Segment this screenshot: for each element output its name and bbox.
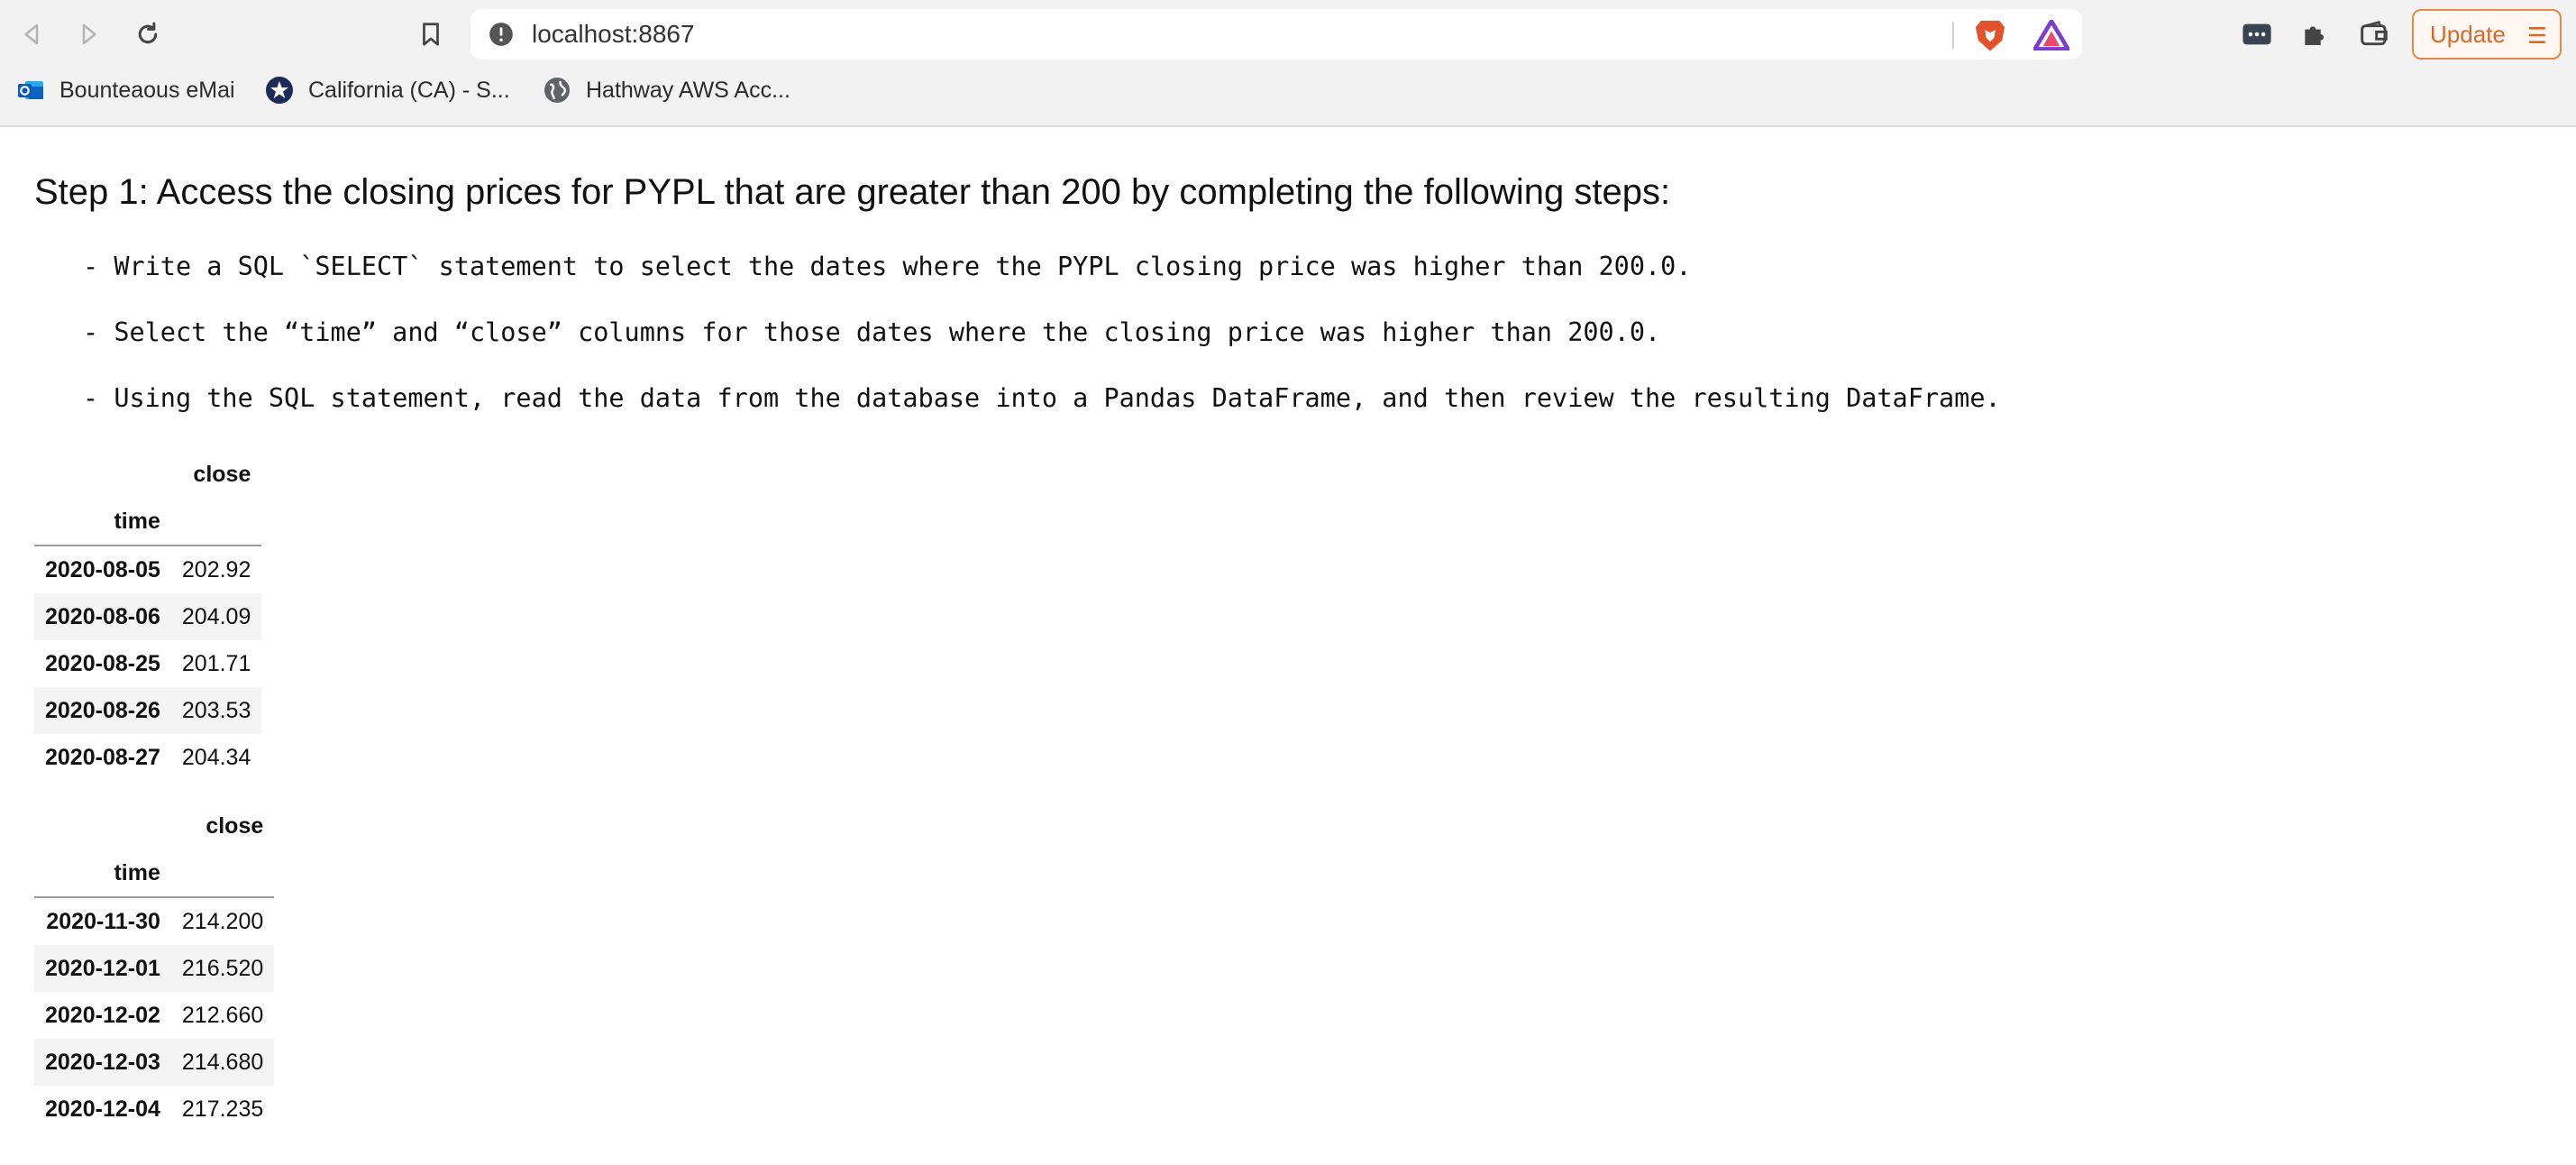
reload-icon	[138, 22, 158, 44]
wallet-button[interactable]	[2356, 16, 2392, 52]
update-label: Update	[2430, 20, 2506, 48]
bookmark-california[interactable]: California (CA) - S...	[265, 72, 510, 108]
reload-button[interactable]	[128, 14, 168, 54]
update-button[interactable]: Update	[2412, 9, 2562, 60]
table-row: 2020-08-25 201.71	[34, 640, 261, 687]
row-index: 2020-08-06	[45, 603, 160, 629]
row-index: 2020-12-03	[45, 1049, 160, 1075]
corner-cell	[34, 451, 171, 498]
dataframe-table: close time 2020-11-30 214.200 2020-12-01 2…	[34, 803, 275, 1133]
close-value: 204.09	[181, 603, 251, 629]
star-badge-icon	[266, 77, 293, 104]
site-info-icon[interactable]	[489, 22, 514, 47]
column-header: close	[206, 812, 264, 839]
close-value: 214.680	[181, 1049, 264, 1075]
table-row: 2020-11-30 214.200	[34, 897, 274, 945]
address-bar[interactable]: localhost:8867	[470, 9, 2082, 60]
puzzle-icon	[2305, 26, 2324, 45]
table-row: 2020-12-03 214.680	[34, 1039, 275, 1086]
back-arrow-icon	[24, 23, 39, 45]
table-row: 2020-12-02 212.660	[34, 992, 274, 1039]
close-value: 201.71	[181, 650, 251, 676]
bookmark-icon	[423, 23, 439, 46]
instruction-line: - Write a SQL `SELECT` statement to sele…	[83, 252, 1692, 281]
forward-button[interactable]	[69, 14, 108, 54]
table-row: 2020-08-05 202.92	[34, 546, 261, 593]
bookmark-label: Bounteaous eMai	[59, 77, 235, 103]
address-bar-divider	[1952, 22, 1954, 49]
index-name: time	[34, 498, 171, 546]
dataframe-table: close time 2020-08-05 202.92 2020-08-06 20…	[34, 451, 262, 781]
wallet-icon	[2361, 21, 2388, 46]
row-index: 2020-08-26	[45, 697, 160, 723]
table-row: 2020-08-26 203.53	[34, 687, 262, 734]
close-value: 212.660	[181, 1002, 264, 1028]
index-name: time	[34, 849, 171, 898]
row-index: 2020-11-30	[46, 908, 160, 934]
empty-header-cell	[170, 849, 275, 898]
extension-password-button[interactable]	[2239, 16, 2275, 52]
close-value: 204.34	[181, 744, 251, 770]
bookmark-page-button[interactable]	[411, 14, 451, 54]
corner-cell	[34, 803, 171, 849]
brave-shields-icon[interactable]	[1974, 18, 2006, 52]
row-index: 2020-08-05	[45, 556, 160, 582]
forward-arrow-icon	[82, 23, 96, 45]
url-text[interactable]: localhost:8867	[532, 20, 695, 49]
row-index: 2020-12-04	[45, 1096, 160, 1122]
row-index: 2020-08-25	[45, 650, 160, 676]
close-value: 217.235	[181, 1096, 264, 1122]
brave-rewards-icon[interactable]	[2033, 20, 2069, 50]
password-manager-icon	[2243, 23, 2271, 45]
step-heading: Step 1: Access the closing prices for PY…	[34, 172, 1671, 212]
browser-toolbar: localhost:8867 Update Bounteaous eMai Ca…	[0, 0, 2576, 127]
table-row: 2020-12-01 216.520	[34, 945, 275, 992]
globe-icon	[544, 78, 570, 103]
bookmark-outlook[interactable]: Bounteaous eMai	[16, 72, 235, 108]
table-row: 2020-08-06 204.09	[34, 593, 262, 640]
instruction-line: - Using the SQL statement, read the data…	[83, 383, 2001, 413]
bookmark-hathway[interactable]: Hathway AWS Acc...	[543, 72, 790, 108]
close-value: 216.520	[181, 955, 264, 981]
row-index: 2020-12-02	[45, 1002, 160, 1028]
table-row: 2020-08-27 204.34	[34, 734, 261, 781]
hamburger-menu-icon	[2529, 27, 2545, 43]
close-value: 202.92	[181, 556, 251, 582]
back-button[interactable]	[13, 14, 52, 54]
row-index: 2020-08-27	[45, 744, 160, 770]
notebook-content: Step 1: Access the closing prices for PY…	[0, 127, 2576, 1165]
outlook-icon	[18, 81, 43, 99]
close-value: 203.53	[181, 697, 251, 723]
column-header: close	[193, 461, 251, 487]
bookmark-label: California (CA) - S...	[308, 77, 510, 103]
row-index: 2020-12-01	[45, 955, 160, 981]
close-value: 214.200	[181, 908, 264, 934]
table-row: 2020-12-04 217.235	[34, 1086, 274, 1133]
extensions-button[interactable]	[2297, 16, 2333, 52]
empty-header-cell	[170, 498, 262, 546]
instruction-line: - Select the “time” and “close” columns …	[83, 317, 1661, 347]
bookmark-label: Hathway AWS Acc...	[586, 77, 790, 103]
